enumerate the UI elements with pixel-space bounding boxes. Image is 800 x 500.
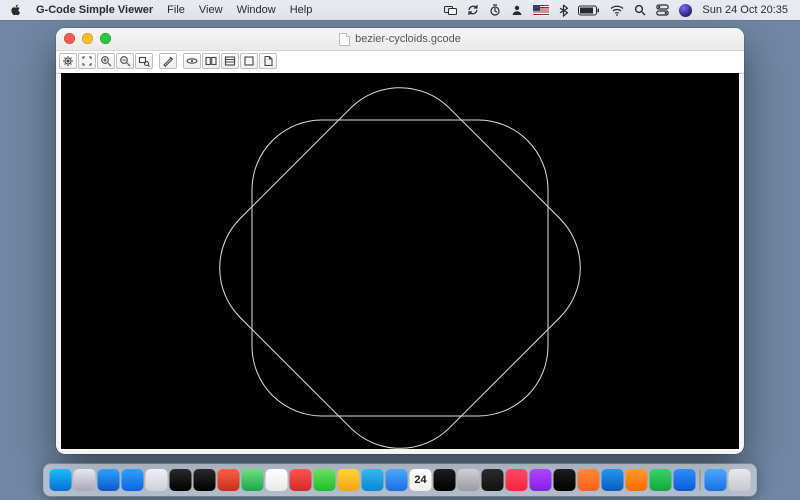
dock-app-unknown-ring[interactable] xyxy=(218,469,240,491)
dock-app-numbers[interactable] xyxy=(650,469,672,491)
sync-icon[interactable] xyxy=(467,4,479,16)
dock-app-books[interactable] xyxy=(578,469,600,491)
dock: 24 xyxy=(44,464,757,496)
dock-app-unknown-yellow[interactable] xyxy=(338,469,360,491)
dock-app-maps[interactable] xyxy=(242,469,264,491)
fit-view-button[interactable] xyxy=(78,53,96,69)
dual-display-icon[interactable] xyxy=(444,5,457,16)
menu-file[interactable]: File xyxy=(167,4,185,16)
dock-divider xyxy=(700,470,701,490)
menu-help[interactable]: Help xyxy=(290,4,313,16)
titlebar[interactable]: bezier-cycloids.gcode xyxy=(56,28,744,51)
control-center-icon[interactable] xyxy=(656,4,669,16)
timer-icon[interactable] xyxy=(489,4,501,16)
menu-view[interactable]: View xyxy=(199,4,223,16)
zoom-button[interactable] xyxy=(100,33,111,44)
settings-button[interactable] xyxy=(59,53,77,69)
close-button[interactable] xyxy=(64,33,75,44)
bluetooth-icon[interactable] xyxy=(559,4,568,17)
app-window: bezier-cycloids.gcode xyxy=(56,28,744,454)
input-flag-icon[interactable] xyxy=(533,5,549,16)
document-name: bezier-cycloids.gcode xyxy=(355,33,461,45)
dock-app-keynote[interactable] xyxy=(674,469,696,491)
document-icon xyxy=(339,33,350,46)
dock-app-pages[interactable] xyxy=(626,469,648,491)
wifi-icon[interactable] xyxy=(610,5,624,16)
layers-button[interactable] xyxy=(221,53,239,69)
dock-app-imessage[interactable] xyxy=(314,469,336,491)
zoom-out-button[interactable] xyxy=(116,53,134,69)
app-name[interactable]: G-Code Simple Viewer xyxy=(36,4,153,16)
dock-app-finder[interactable] xyxy=(50,469,72,491)
orbit-button[interactable] xyxy=(183,53,201,69)
measure-button[interactable] xyxy=(159,53,177,69)
toolpath-drawing xyxy=(61,73,739,449)
dock-app-system-preferences[interactable] xyxy=(458,469,480,491)
dual-view-button[interactable] xyxy=(202,53,220,69)
zoom-in-button[interactable] xyxy=(97,53,115,69)
dock-app-mail[interactable] xyxy=(386,469,408,491)
spotlight-icon[interactable] xyxy=(634,4,646,16)
toolbar xyxy=(56,51,744,74)
dock-app-app-store[interactable] xyxy=(122,469,144,491)
dock-app-safari[interactable] xyxy=(98,469,120,491)
menubar-right: Sun 24 Oct 20:35 xyxy=(444,4,800,17)
gcode-canvas[interactable] xyxy=(61,73,739,449)
window-title: bezier-cycloids.gcode xyxy=(339,33,461,46)
dock-app-unknown-grid[interactable] xyxy=(146,469,168,491)
dock-app-launchpad[interactable] xyxy=(74,469,96,491)
dock-app-downloads[interactable] xyxy=(705,469,727,491)
dock-app-unknown-red[interactable] xyxy=(290,469,312,491)
zoom-region-button[interactable] xyxy=(135,53,153,69)
siri-icon[interactable] xyxy=(679,4,692,17)
dock-app-stocks[interactable] xyxy=(434,469,456,491)
dock-app-photos[interactable] xyxy=(266,469,288,491)
single-view-button[interactable] xyxy=(240,53,258,69)
dock-app-trash[interactable] xyxy=(729,469,751,491)
dock-app-podcasts[interactable] xyxy=(530,469,552,491)
dock-app-appletv[interactable] xyxy=(554,469,576,491)
minimize-button[interactable] xyxy=(82,33,93,44)
dock-app-xcode[interactable] xyxy=(602,469,624,491)
dock-app-unknown-dark1[interactable] xyxy=(170,469,192,491)
page-button[interactable] xyxy=(259,53,277,69)
battery-icon[interactable] xyxy=(578,5,600,16)
user-icon[interactable] xyxy=(511,4,523,16)
dock-app-music[interactable] xyxy=(506,469,528,491)
dock-app-activity-monitor[interactable] xyxy=(482,469,504,491)
menu-window[interactable]: Window xyxy=(237,4,276,16)
dock-app-skype[interactable] xyxy=(362,469,384,491)
apple-menu-icon[interactable] xyxy=(10,4,22,16)
dock-app-unknown-dark2[interactable] xyxy=(194,469,216,491)
menubar: G-Code Simple Viewer File View Window He… xyxy=(0,0,800,20)
dock-app-calendar[interactable]: 24 xyxy=(410,469,432,491)
traffic-lights xyxy=(64,33,111,44)
clock[interactable]: Sun 24 Oct 20:35 xyxy=(702,4,788,16)
